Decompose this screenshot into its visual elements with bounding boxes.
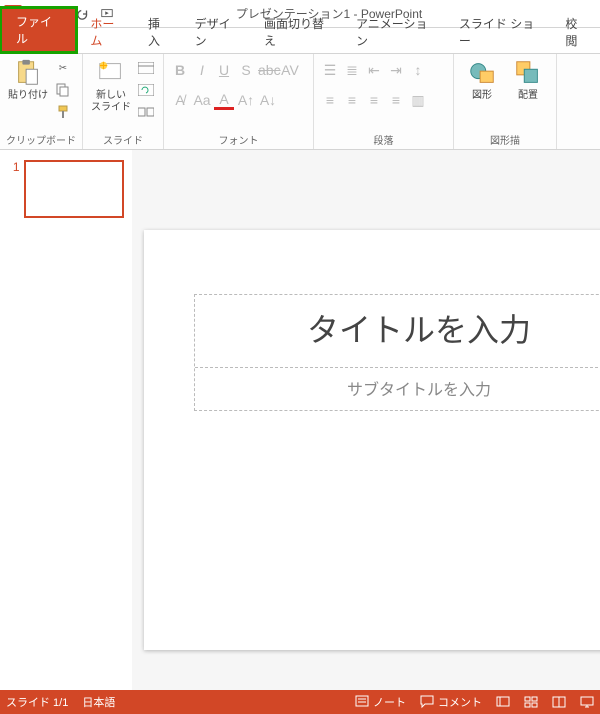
line-spacing-button[interactable]: ↕	[408, 62, 428, 78]
new-slide-label: 新しい スライド	[91, 90, 131, 114]
bold-button[interactable]: B	[170, 62, 190, 78]
work-area: 1 タイトルを入力 サブタイトルを入力	[0, 150, 600, 690]
ribbon-tabs: ファイル ホーム 挿入 デザイン 画面切り替え アニメーション スライド ショー…	[0, 28, 600, 54]
thumbnail-1[interactable]: 1	[8, 160, 124, 218]
new-slide-icon	[96, 58, 126, 88]
change-case-button[interactable]: Aa	[192, 92, 212, 108]
view-slideshow-button[interactable]	[580, 695, 594, 709]
group-font: B I U S abc AV A̸ Aa A A↑ A↓ フォント	[164, 54, 314, 149]
group-font-label: フォント	[170, 130, 307, 147]
status-language[interactable]: 日本語	[82, 694, 115, 710]
slide[interactable]: タイトルを入力 サブタイトルを入力	[144, 230, 600, 650]
underline-button[interactable]: U	[214, 62, 234, 78]
tab-file[interactable]: ファイル	[0, 6, 78, 54]
group-paragraph: ☰ ≣ ⇤ ⇥ ↕ ≡ ≡ ≡ ≡ ▥ 段落	[314, 54, 454, 149]
reset-icon	[138, 84, 154, 96]
format-painter-button[interactable]	[52, 102, 74, 122]
shrink-font-button[interactable]: A↓	[258, 92, 278, 108]
spacing-button[interactable]: AV	[280, 62, 300, 78]
numbering-button[interactable]: ≣	[342, 62, 362, 79]
group-slides: 新しい スライド スライド	[83, 54, 164, 149]
thumbnail-preview[interactable]	[24, 160, 124, 218]
new-slide-button[interactable]: 新しい スライド	[89, 58, 133, 114]
font-color-button[interactable]: A	[214, 91, 234, 110]
cut-button[interactable]: ✂	[52, 58, 74, 78]
copy-button[interactable]	[52, 80, 74, 100]
shapes-icon	[467, 58, 497, 88]
arrange-button[interactable]: 配置	[506, 58, 550, 102]
align-center-button[interactable]: ≡	[342, 92, 362, 108]
reset-button[interactable]	[135, 80, 157, 100]
tab-insert[interactable]: 挿入	[136, 11, 183, 53]
paste-button[interactable]: 貼り付け	[6, 58, 50, 102]
subtitle-placeholder[interactable]: サブタイトルを入力	[195, 367, 600, 410]
slide-thumbnails-pane[interactable]: 1	[0, 150, 132, 690]
grow-font-button[interactable]: A↑	[236, 92, 256, 108]
tab-slideshow[interactable]: スライド ショー	[447, 11, 553, 53]
arrange-icon	[513, 58, 543, 88]
strike-button[interactable]: abc	[258, 62, 278, 78]
slide-editor[interactable]: タイトルを入力 サブタイトルを入力	[132, 150, 600, 690]
arrange-label: 配置	[518, 90, 538, 102]
copy-icon	[56, 83, 70, 97]
shadow-button[interactable]: S	[236, 62, 256, 78]
paste-icon	[13, 58, 43, 88]
clear-format-button[interactable]: A̸	[170, 92, 190, 108]
title-placeholder[interactable]: タイトルを入力	[195, 295, 600, 361]
group-drawing: 図形 配置 図形描	[454, 54, 557, 149]
thumbnail-number: 1	[8, 160, 20, 174]
ribbon: 貼り付け ✂ クリップボード 新しい スライド スライド	[0, 54, 600, 150]
notes-icon	[355, 695, 369, 709]
slideshow-view-icon	[580, 695, 594, 709]
sorter-view-icon	[524, 695, 538, 709]
comments-button[interactable]: コメント	[420, 694, 482, 710]
group-clipboard: 貼り付け ✂ クリップボード	[0, 54, 83, 149]
bullets-button[interactable]: ☰	[320, 62, 340, 79]
section-button[interactable]	[135, 102, 157, 122]
reading-view-icon	[552, 695, 566, 709]
layout-icon	[138, 62, 154, 74]
comment-icon	[420, 695, 434, 709]
normal-view-icon	[496, 695, 510, 709]
shapes-button[interactable]: 図形	[460, 58, 504, 102]
group-slides-label: スライド	[89, 130, 157, 147]
status-slide-count[interactable]: スライド 1/1	[6, 694, 68, 710]
brush-icon	[56, 105, 70, 119]
align-left-button[interactable]: ≡	[320, 92, 340, 108]
comments-label: コメント	[438, 694, 482, 710]
view-reading-button[interactable]	[552, 695, 566, 709]
tab-design[interactable]: デザイン	[183, 11, 252, 53]
italic-button[interactable]: I	[192, 62, 212, 78]
tab-review[interactable]: 校閲	[553, 11, 600, 53]
notes-button[interactable]: ノート	[355, 694, 406, 710]
scissors-icon: ✂	[59, 63, 67, 74]
paste-label: 貼り付け	[8, 90, 48, 102]
section-icon	[138, 106, 154, 118]
tab-home[interactable]: ホーム	[78, 11, 136, 53]
view-normal-button[interactable]	[496, 695, 510, 709]
layout-button[interactable]	[135, 58, 157, 78]
notes-label: ノート	[373, 694, 406, 710]
status-bar: スライド 1/1 日本語 ノート コメント	[0, 690, 600, 714]
group-clipboard-label: クリップボード	[6, 130, 76, 147]
columns-button[interactable]: ▥	[408, 92, 428, 109]
indent-inc-button[interactable]: ⇥	[386, 62, 406, 79]
group-paragraph-label: 段落	[320, 130, 447, 147]
indent-dec-button[interactable]: ⇤	[364, 62, 384, 79]
tab-animations[interactable]: アニメーション	[344, 11, 447, 53]
group-drawing-label: 図形描	[460, 130, 550, 147]
tab-transitions[interactable]: 画面切り替え	[252, 11, 344, 53]
justify-button[interactable]: ≡	[386, 92, 406, 108]
view-sorter-button[interactable]	[524, 695, 538, 709]
align-right-button[interactable]: ≡	[364, 92, 384, 108]
shapes-label: 図形	[472, 90, 492, 102]
